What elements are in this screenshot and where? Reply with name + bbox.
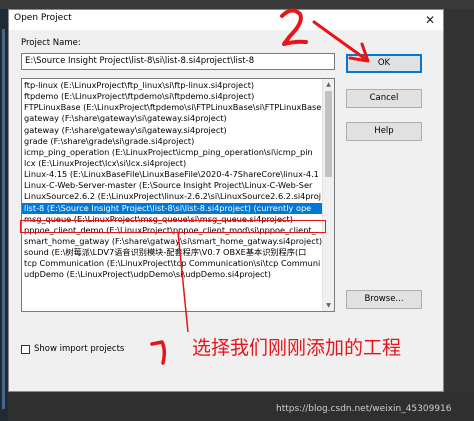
project-list-item[interactable]: tcp Communication (E:\LinuxProject\tcp C… xyxy=(22,258,322,269)
project-name-label: Project Name: xyxy=(21,38,81,48)
cancel-button[interactable]: Cancel xyxy=(346,89,422,108)
project-list-item[interactable]: gateway (F:\share\gateway\si\gateway.si4… xyxy=(22,125,322,136)
ok-button[interactable]: OK xyxy=(346,54,422,73)
dialog-titlebar[interactable]: Open Project ✕ xyxy=(9,10,443,30)
dialog-title: Open Project xyxy=(14,13,72,23)
scroll-up-icon[interactable]: ▲ xyxy=(323,79,334,90)
background-app-topbar xyxy=(0,0,474,9)
annotation-caption: 选择我们刚刚添加的工程 xyxy=(192,337,402,359)
browse-button[interactable]: Browse... xyxy=(346,290,422,309)
project-list-item[interactable]: FTPLinuxBase (E:\LinuxProject\ftpdemo\si… xyxy=(22,102,322,113)
screen: Open Project ✕ Project Name: E:\Source I… xyxy=(0,0,474,421)
project-list-item[interactable]: Linux-C-Web-Server-master (E:\Source Ins… xyxy=(22,180,322,191)
watermark: https://blog.csdn.net/weixin_45309916 xyxy=(276,404,452,414)
project-list-item[interactable]: smart_home_gatway (F:\share\gatway\si\sm… xyxy=(22,236,322,247)
project-list-item[interactable]: LinuxSource2.6.2 (E:\LinuxProject\linux-… xyxy=(22,191,322,202)
show-import-label: Show import projects xyxy=(34,344,125,354)
project-list-item[interactable]: udpDemo (E:\LinuxProject\udpDemo\si\udpD… xyxy=(22,269,322,280)
scroll-down-icon[interactable]: ▼ xyxy=(323,300,334,311)
show-import-checkbox[interactable] xyxy=(21,344,30,354)
project-list-item[interactable]: ftpdemo (E:\LinuxProject\ftpdemo\si\ftpd… xyxy=(22,91,322,102)
project-list-item[interactable]: list-8 (E:\Source Insight Project\list-8… xyxy=(22,202,322,214)
project-list-item[interactable]: lcx (E:\LinuxProject\lcx\si\lcx.si4proje… xyxy=(22,158,322,169)
close-icon[interactable]: ✕ xyxy=(423,13,437,27)
project-list-scrollbar[interactable]: ▲ ▼ xyxy=(322,79,334,311)
help-button[interactable]: Help xyxy=(346,122,422,141)
project-list-item[interactable]: Linux-4.15 (E:\LinuxBaseFile\LinuxBaseFi… xyxy=(22,169,322,180)
background-app-sidebar xyxy=(0,9,8,421)
annotation-highlight-box xyxy=(20,220,326,233)
project-name-input[interactable]: E:\Source Insight Project\list-8\si\list… xyxy=(21,53,335,70)
background-app-right xyxy=(444,9,474,392)
project-list-item[interactable]: grade (F:\share\grade\si\grade.si4projec… xyxy=(22,136,322,147)
project-list-item[interactable]: icmp_ping_operation (E:\LinuxProject\icm… xyxy=(22,147,322,158)
project-list[interactable]: ftp-linux (E:\LinuxProject\ftp_linux\si\… xyxy=(21,78,335,312)
scrollbar-thumb[interactable] xyxy=(325,91,332,177)
project-list-items: ftp-linux (E:\LinuxProject\ftp_linux\si\… xyxy=(22,80,322,281)
project-list-item[interactable]: sound (E:\树莓派\LDV7语音识别模块-配套程序\V0.7 OBXE基… xyxy=(22,247,322,258)
show-import-projects-option[interactable]: Show import projects xyxy=(21,343,124,355)
project-list-item[interactable]: gateway (F:\share\gateway\si\gateway.si4… xyxy=(22,113,322,124)
background-app-strip xyxy=(2,29,5,409)
project-list-item[interactable]: ftp-linux (E:\LinuxProject\ftp_linux\si\… xyxy=(22,80,322,91)
